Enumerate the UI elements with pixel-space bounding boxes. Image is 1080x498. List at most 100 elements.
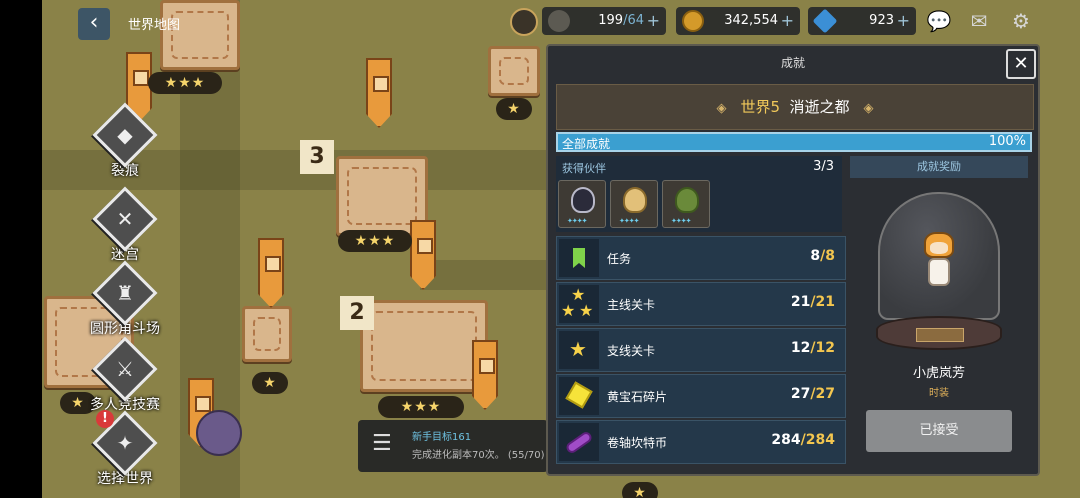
- add-gold-icon[interactable]: +: [781, 7, 794, 35]
- achievement-value: 284/284: [771, 432, 835, 448]
- gem-counter[interactable]: 923 +: [808, 7, 916, 35]
- stage-number: 2: [340, 296, 374, 330]
- claimed-button[interactable]: 已接受: [866, 410, 1012, 452]
- stamina-max: /64: [623, 13, 644, 28]
- achievement-row-side-stages: ★ 支线关卡 12/12: [556, 328, 846, 372]
- achievement-name: 任务: [607, 252, 632, 266]
- rift-icon: ◆: [92, 102, 158, 168]
- hero-face-icon: [571, 187, 595, 213]
- close-button[interactable]: ✕: [1006, 49, 1036, 79]
- quest-ticker[interactable]: ☰ 新手目标161 完成进化副本70次。 (55/70): [358, 420, 548, 472]
- companion-portrait[interactable]: ✦✦✦✦: [558, 180, 606, 228]
- diamond-ornament-icon: ◈: [716, 101, 727, 116]
- stage-tile[interactable]: [360, 300, 488, 392]
- gem-value: 923: [869, 13, 894, 28]
- mail-icon[interactable]: ✉: [966, 8, 992, 34]
- achievement-total: /27: [810, 386, 835, 402]
- achievement-list: 任务 8/8 ★ ★ ★ 主线关卡 21/21 ★ 支线关卡 12/12 黄宝石…: [556, 236, 846, 466]
- compass-icon[interactable]: [510, 8, 538, 36]
- chat-icon[interactable]: 💬: [926, 8, 952, 34]
- sidebar-item-rift[interactable]: ◆ 裂痕: [70, 102, 180, 180]
- achievement-current: 12: [790, 340, 811, 356]
- achievement-value: 27/27: [791, 386, 835, 402]
- gem-icon: [812, 8, 838, 34]
- companions-count: 3/3: [813, 159, 834, 174]
- sidebar-item-labyrinth[interactable]: ✕ 迷宫: [70, 186, 180, 264]
- companion-portrait[interactable]: ✦✦✦✦: [610, 180, 658, 228]
- screen-title: 世界地图: [128, 18, 181, 33]
- achievement-value: 8/8: [810, 248, 835, 264]
- achievement-total: /12: [810, 340, 835, 356]
- reward-header: 成就奖励: [850, 156, 1028, 178]
- labyrinth-icon: ✕: [92, 186, 158, 252]
- stage-tile[interactable]: [242, 306, 292, 362]
- stage-tile[interactable]: [160, 0, 240, 70]
- stage-banner[interactable]: [410, 220, 436, 290]
- tiger-costume-figure-icon: [920, 232, 958, 292]
- sidebar-item-world-select[interactable]: ✦ 选择世界: [70, 410, 180, 488]
- stage-banner[interactable]: [366, 58, 392, 128]
- hero-face-icon: [623, 187, 647, 213]
- stamina-counter[interactable]: 199/64 +: [542, 7, 666, 35]
- achievement-current: 21: [790, 294, 811, 310]
- player-avatar[interactable]: [196, 410, 242, 456]
- achievement-name: 主线关卡: [607, 298, 656, 312]
- sidebar-item-colosseum[interactable]: ♜ 圆形角斗场: [70, 260, 180, 338]
- progress-percent: 100%: [988, 134, 1026, 149]
- achievement-current: 284: [771, 432, 801, 448]
- reward-name: 小虎岚芳: [912, 366, 965, 381]
- star-icon: ★: [559, 331, 599, 369]
- achievement-modal: 成就 ✕ ◈ 世界5 消逝之都 ◈ 全部成就 100% 获得伙伴 3/3 ✦✦✦✦ …: [546, 44, 1040, 476]
- achievement-total: /21: [810, 294, 835, 310]
- bookmark-icon: [559, 239, 599, 277]
- overall-progress-bar: 全部成就 100%: [556, 132, 1032, 152]
- hero-face-icon: [675, 187, 699, 213]
- add-stamina-icon[interactable]: +: [647, 7, 660, 35]
- achievement-value: 12/12: [791, 340, 835, 356]
- colosseum-icon: ♜: [92, 260, 158, 326]
- stage-stars: ★: [622, 482, 658, 498]
- stage-stars: ★: [496, 98, 532, 120]
- map-road: [420, 260, 560, 290]
- gold-counter[interactable]: 342,554 +: [676, 7, 800, 35]
- achievement-current: 8: [810, 248, 821, 264]
- stage-stars: ★: [252, 372, 288, 394]
- back-arrow-icon: ‹: [89, 10, 99, 35]
- back-button[interactable]: ‹: [78, 8, 110, 40]
- screen-edge: [0, 0, 42, 498]
- quest-title: 新手目标161: [412, 432, 472, 443]
- achievement-row-topaz: 黄宝石碎片 27/27: [556, 374, 846, 418]
- modal-title: 成就: [780, 56, 805, 70]
- companions-label: 获得伙伴: [562, 162, 606, 175]
- scroll-icon: [559, 423, 599, 461]
- stage-stars: ★★★: [378, 396, 464, 418]
- coffee-icon: [548, 10, 570, 32]
- alert-badge-icon: !: [96, 410, 114, 428]
- achievement-total: /8: [820, 248, 835, 264]
- companions-panel: 获得伙伴 3/3 ✦✦✦✦ ✦✦✦✦ ✦✦✦✦: [556, 156, 842, 232]
- companion-portrait[interactable]: ✦✦✦✦: [662, 180, 710, 228]
- three-stars-icon: ★ ★ ★: [559, 285, 599, 323]
- rank-pips-icon: ✦✦✦✦: [619, 217, 639, 225]
- achievement-current: 27: [790, 386, 811, 402]
- achievement-name: 支线关卡: [607, 344, 656, 358]
- stage-tile[interactable]: [488, 46, 540, 96]
- dome-pedestal-icon: [876, 316, 1002, 350]
- quest-desc: 完成进化副本70次。 (55/70): [412, 450, 545, 461]
- add-gem-icon[interactable]: +: [897, 7, 910, 35]
- diamond-ornament-icon: ◈: [863, 101, 874, 116]
- achievement-reward-panel: 成就奖励 小虎岚芳 时装 已接受: [850, 156, 1030, 468]
- progress-label: 全部成就: [562, 137, 611, 151]
- gold-coin-icon: [682, 10, 704, 32]
- world-header: ◈ 世界5 消逝之都 ◈: [556, 84, 1034, 130]
- stage-banner[interactable]: [472, 340, 498, 410]
- achievement-row-main-stages: ★ ★ ★ 主线关卡 21/21: [556, 282, 846, 326]
- stage-banner[interactable]: [258, 238, 284, 308]
- topaz-icon: [559, 377, 599, 415]
- achievement-total: /284: [800, 432, 835, 448]
- settings-gear-icon[interactable]: ⚙: [1008, 8, 1034, 34]
- achievement-row-scroll-coins: 卷轴坎特币 284/284: [556, 420, 846, 464]
- menu-icon[interactable]: ☰: [372, 433, 396, 455]
- sidebar-item-arena[interactable]: ⚔ 多人竞技赛: [70, 336, 180, 414]
- achievement-value: 21/21: [791, 294, 835, 310]
